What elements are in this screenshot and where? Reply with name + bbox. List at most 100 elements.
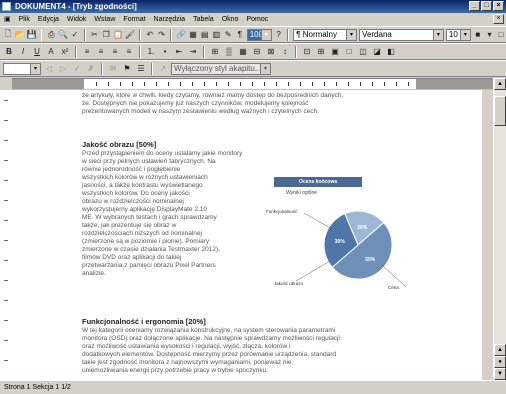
word-app-icon[interactable] bbox=[2, 2, 11, 11]
pie-slice-label: 20% bbox=[357, 225, 368, 231]
style-value: ¶ Normalny bbox=[296, 29, 337, 39]
merge-icon[interactable]: ⊟ bbox=[251, 46, 263, 58]
menu-bar: ▣ Plik Edycja Widok Wstaw Format Narzędz… bbox=[0, 13, 506, 25]
horizontal-ruler[interactable] bbox=[12, 78, 494, 90]
save-icon[interactable]: 💾 bbox=[27, 29, 37, 41]
font-size-select[interactable]: 10 ▾ bbox=[445, 28, 471, 41]
style-select[interactable]: ¶ Normalny ▾ bbox=[293, 28, 358, 41]
help-icon[interactable]: ? bbox=[274, 29, 284, 41]
outline-icon[interactable]: □ bbox=[343, 46, 355, 58]
comment-icon[interactable]: ✉ bbox=[107, 63, 119, 75]
reject-icon[interactable]: ✗ bbox=[85, 63, 97, 75]
open-icon[interactable]: 📂 bbox=[15, 29, 25, 41]
section-heading: Jakość obrazu [50%] bbox=[82, 140, 157, 149]
shading-icon[interactable]: ▒ bbox=[223, 46, 235, 58]
align-left-icon[interactable]: ≡ bbox=[81, 46, 93, 58]
autoshape-icon[interactable]: ◧ bbox=[385, 46, 397, 58]
split-icon[interactable]: ⊠ bbox=[265, 46, 277, 58]
menu-view[interactable]: Widok bbox=[63, 16, 90, 23]
menu-tools[interactable]: Narzędzia bbox=[150, 16, 190, 23]
border-icon[interactable]: □ bbox=[496, 29, 506, 41]
scroll-up-button[interactable]: ▲ bbox=[494, 78, 506, 90]
excel-icon[interactable]: ▤ bbox=[200, 29, 210, 41]
doc-icon[interactable]: ▣ bbox=[0, 15, 15, 23]
body-line: uniemożliwiania energii przy potrzebie p… bbox=[82, 367, 269, 374]
zoom-select[interactable]: 100%▾ bbox=[246, 28, 272, 41]
strikethrough-icon[interactable]: A bbox=[45, 46, 57, 58]
prev-page-button[interactable]: ▲ bbox=[494, 344, 506, 356]
reviewing-pane-icon[interactable]: ☰ bbox=[135, 63, 147, 75]
print-icon[interactable]: ⎙ bbox=[46, 29, 56, 41]
bold-icon[interactable]: B bbox=[3, 46, 15, 58]
arrow-icon[interactable]: ↗ bbox=[157, 63, 169, 75]
align-right-icon[interactable]: ≡ bbox=[109, 46, 121, 58]
menu-edit[interactable]: Edycja bbox=[34, 16, 63, 23]
cell-icon[interactable]: ▣ bbox=[329, 46, 341, 58]
minimize-button[interactable]: _ bbox=[469, 1, 480, 11]
paste-icon[interactable]: 📋 bbox=[113, 29, 123, 41]
leader-line bbox=[381, 264, 407, 288]
menu-insert[interactable]: Wstaw bbox=[90, 16, 119, 23]
accept-icon[interactable]: ✓ bbox=[71, 63, 83, 75]
align-center-icon[interactable]: ≡ bbox=[95, 46, 107, 58]
decrease-indent-icon[interactable]: ⇤ bbox=[173, 46, 185, 58]
menu-table[interactable]: Tabela bbox=[189, 16, 218, 23]
columns-icon[interactable]: ▥ bbox=[212, 29, 222, 41]
border-toolbar-icon[interactable]: ⊞ bbox=[209, 46, 221, 58]
browse-object-button[interactable]: ● bbox=[494, 356, 506, 368]
shape-icon[interactable]: ◫ bbox=[357, 46, 369, 58]
document-area[interactable]: że artykuły, które w chwili, kiedy czyta… bbox=[12, 90, 482, 380]
undo-icon[interactable]: ↶ bbox=[145, 29, 155, 41]
styles-box[interactable]: Wyłączony styl akapitu... ▾ bbox=[171, 62, 271, 75]
justify-icon[interactable]: ≡ bbox=[123, 46, 135, 58]
vertical-scrollbar[interactable]: ▲ ▲ ● ▼ bbox=[493, 78, 506, 380]
chart-icon[interactable]: ◪ bbox=[371, 46, 383, 58]
next-page-button[interactable]: ▼ bbox=[494, 368, 506, 380]
reviewing-select[interactable]: ▾ bbox=[3, 62, 41, 75]
numbering-icon[interactable]: ⒈ bbox=[145, 46, 157, 58]
font-select[interactable]: Verdana ▾ bbox=[359, 28, 444, 41]
frame-icon[interactable]: ⊡ bbox=[301, 46, 313, 58]
pie-slice-label: 30% bbox=[335, 239, 346, 245]
body-line: analizie. bbox=[82, 270, 106, 277]
scroll-thumb[interactable] bbox=[494, 96, 506, 126]
next-change-icon[interactable]: ▷ bbox=[57, 63, 69, 75]
document-page[interactable]: że artykuły, które w chwili, kiedy czyta… bbox=[12, 90, 482, 380]
track-changes-icon[interactable]: ⚑ bbox=[121, 63, 133, 75]
superscript-icon[interactable]: x² bbox=[59, 46, 71, 58]
new-document-icon[interactable]: 🗋 bbox=[3, 29, 13, 41]
underline-icon[interactable]: U bbox=[31, 46, 43, 58]
menu-window[interactable]: Okno bbox=[218, 16, 243, 23]
cut-icon[interactable]: ✂ bbox=[90, 29, 100, 41]
show-hide-icon[interactable]: ¶ bbox=[235, 29, 245, 41]
highlight-icon[interactable]: ■ bbox=[473, 29, 483, 41]
grid-icon[interactable]: ⊞ bbox=[315, 46, 327, 58]
font-color-icon[interactable]: ▾ bbox=[485, 29, 495, 41]
drawing-icon[interactable]: ✎ bbox=[223, 29, 233, 41]
table-icon[interactable]: ▦ bbox=[188, 29, 198, 41]
table-insert-icon[interactable]: ▦ bbox=[237, 46, 249, 58]
close-button[interactable]: × bbox=[493, 1, 504, 11]
prev-change-icon[interactable]: ◁ bbox=[43, 63, 55, 75]
hyperlink-icon[interactable]: 🔗 bbox=[176, 29, 186, 41]
bullets-icon[interactable]: • bbox=[159, 46, 171, 58]
font-value: Verdana bbox=[362, 29, 392, 39]
redo-icon[interactable]: ↷ bbox=[157, 29, 167, 41]
menu-help[interactable]: Pomoc bbox=[242, 16, 272, 23]
menu-file[interactable]: Plik bbox=[15, 16, 34, 23]
copy-icon[interactable]: ❐ bbox=[101, 29, 111, 41]
spelling-icon[interactable]: ✓ bbox=[70, 29, 80, 41]
print-preview-icon[interactable]: 🔍 bbox=[58, 29, 68, 41]
italic-icon[interactable]: I bbox=[17, 46, 29, 58]
maximize-button[interactable]: □ bbox=[481, 1, 492, 11]
increase-indent-icon[interactable]: ⇥ bbox=[187, 46, 199, 58]
status-text: Strona 1 Sekcja 1 1/2 bbox=[4, 384, 71, 391]
sort-icon[interactable]: ↕ bbox=[279, 46, 291, 58]
formatting-toolbar: B I U A x² ≡ ≡ ≡ ≡ ⒈ • ⇤ ⇥ ⊞ ▒ ▦ ⊟ ⊠ ↕ ⊡… bbox=[0, 43, 506, 60]
embedded-pie-chart[interactable]: Ocena końcowa Wyniki ogólne Funkcjonalno… bbox=[266, 177, 422, 295]
menu-format[interactable]: Format bbox=[119, 16, 149, 23]
section-heading: Funkcjonalność i ergonomia [20%] bbox=[82, 317, 206, 326]
doc-close-button[interactable]: × bbox=[493, 14, 504, 24]
pie-svg: 20% 50% 30% bbox=[295, 210, 407, 288]
format-painter-icon[interactable]: 🖌 bbox=[125, 29, 135, 41]
